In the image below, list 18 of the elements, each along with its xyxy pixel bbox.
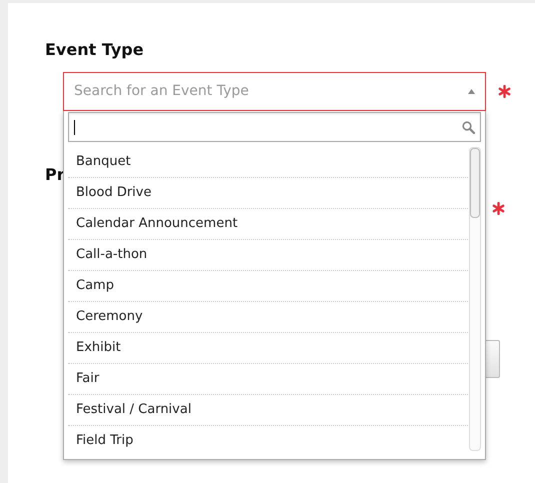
option-item[interactable]: Blood Drive [68,178,468,209]
scrollbar[interactable] [469,147,481,451]
field-label: Pr [45,165,65,185]
option-item[interactable]: Calendar Announcement [68,209,468,240]
option-item[interactable]: Camp [68,271,468,302]
option-item[interactable]: Fair [68,364,468,395]
option-item[interactable]: Field Trip [68,426,468,453]
search-field[interactable] [68,112,481,142]
field-label: Event Type [45,40,145,60]
option-item[interactable]: Ceremony [68,302,468,333]
text-cursor [74,120,75,134]
option-item[interactable]: Festival / Carnival [68,395,468,426]
option-item[interactable]: Exhibit [68,333,468,364]
caret-icon [468,89,475,94]
search-icon [462,120,475,134]
option-item[interactable]: Banquet [68,147,468,178]
scrollbar-thumb[interactable] [470,148,480,218]
option-item[interactable]: Call-a-thon [68,240,468,271]
